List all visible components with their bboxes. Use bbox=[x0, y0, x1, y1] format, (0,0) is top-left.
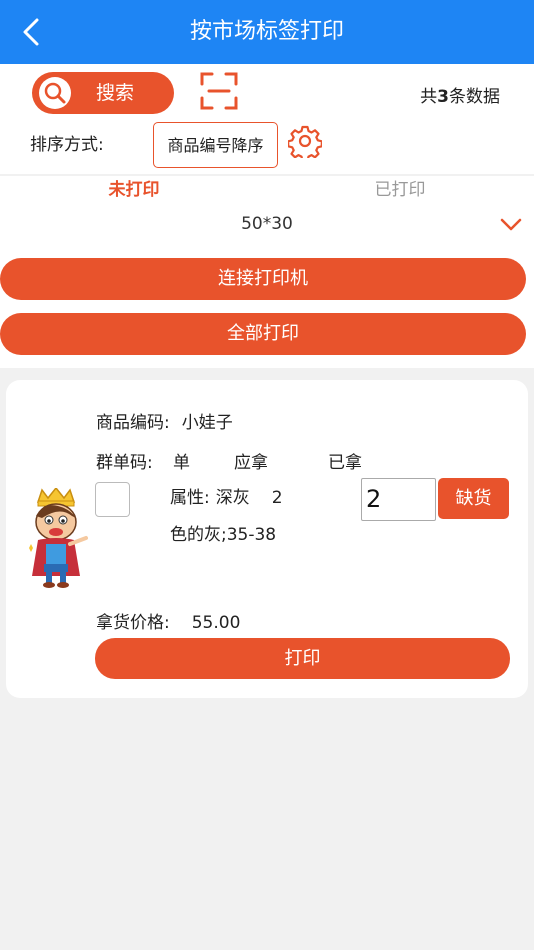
record-count: 共3条数据 bbox=[420, 87, 500, 107]
connect-printer-button[interactable]: 连接打印机 bbox=[0, 258, 526, 300]
should-take-label: 应拿 bbox=[234, 453, 268, 473]
attribute-count: 2 bbox=[271, 488, 283, 508]
attributes: 属性: 深灰 2 色的灰;35-38 bbox=[170, 480, 308, 554]
tab-unprinted[interactable]: 未打印 bbox=[64, 176, 204, 204]
search-icon bbox=[39, 77, 71, 109]
sort-label: 排序方式: bbox=[30, 135, 104, 155]
sort-select[interactable]: 商品编号降序 bbox=[153, 122, 278, 168]
group-code-row: 群单码: 单 应拿 已拿 bbox=[96, 448, 362, 473]
attribute-label: 属性: bbox=[170, 488, 210, 508]
gear-icon[interactable] bbox=[288, 124, 322, 158]
attribute-value: 深灰 bbox=[215, 488, 250, 508]
tab-printed[interactable]: 已打印 bbox=[330, 176, 470, 204]
product-code-label: 商品编码: bbox=[96, 413, 170, 433]
toolbar: 搜索 共3条数据 排序方式: 商品编号降序 bbox=[0, 64, 534, 174]
taken-quantity-input[interactable]: 2 bbox=[361, 478, 436, 521]
print-status-tabs: 未打印 已打印 50*30 连接打印机 全部打印 bbox=[0, 176, 534, 368]
app-header: 按市场标签打印 bbox=[0, 0, 534, 64]
label-size-select[interactable]: 50*30 bbox=[0, 208, 534, 240]
taken-label: 已拿 bbox=[328, 453, 362, 473]
search-label: 搜索 bbox=[96, 82, 135, 104]
search-button[interactable]: 搜索 bbox=[32, 72, 174, 114]
scan-icon[interactable] bbox=[200, 72, 238, 110]
page-title: 按市场标签打印 bbox=[189, 19, 344, 44]
attribute-detail: 色的灰;35-38 bbox=[170, 525, 277, 545]
price-value: 55.00 bbox=[191, 613, 241, 633]
price-row: 拿货价格: 55.00 bbox=[96, 608, 240, 633]
label-size-value: 50*30 bbox=[241, 214, 293, 234]
print-all-button[interactable]: 全部打印 bbox=[0, 313, 526, 355]
select-checkbox[interactable] bbox=[95, 482, 130, 517]
out-of-stock-button[interactable]: 缺货 bbox=[438, 478, 509, 519]
product-code-row: 商品编码: 小娃子 bbox=[96, 408, 233, 433]
price-label: 拿货价格: bbox=[96, 613, 170, 633]
group-code-label: 群单码: bbox=[96, 453, 153, 473]
chevron-down-icon bbox=[500, 218, 522, 231]
product-card: 商品编码: 小娃子 群单码: 单 应拿 已拿 属性: 深灰 2 色的灰;35-38 2 … bbox=[6, 380, 528, 698]
product-image bbox=[29, 488, 88, 588]
group-code-value: 单 bbox=[173, 453, 190, 473]
print-button[interactable]: 打印 bbox=[95, 638, 510, 679]
product-code-value: 小娃子 bbox=[181, 413, 233, 433]
